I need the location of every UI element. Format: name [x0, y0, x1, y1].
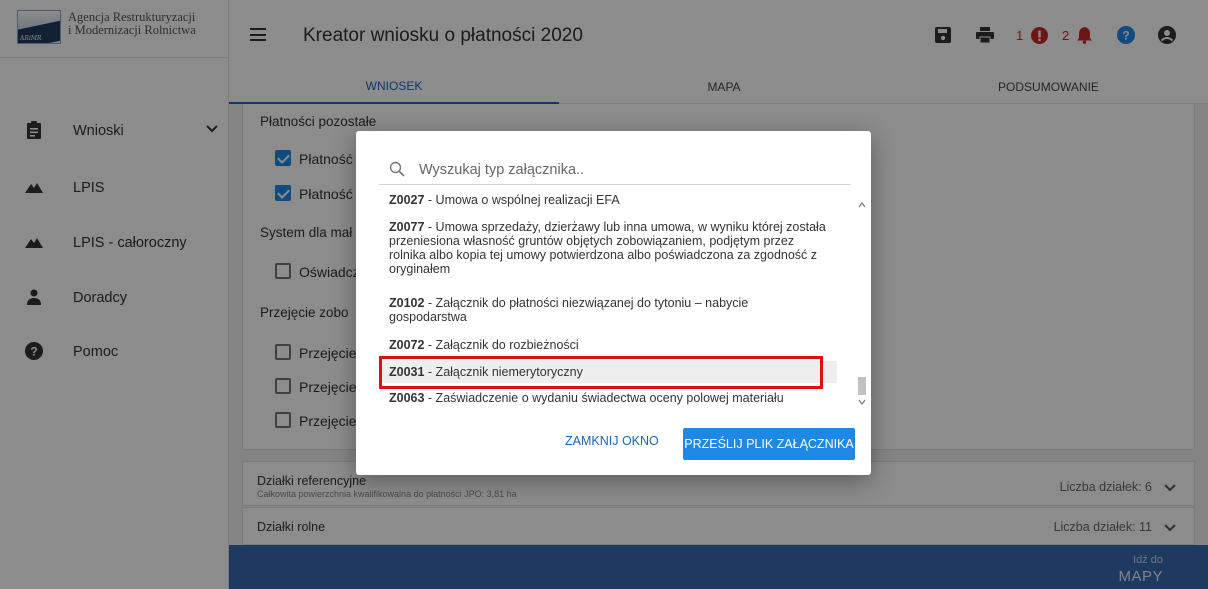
item-code: Z0027 — [389, 193, 425, 207]
item-code: Z0072 — [389, 338, 425, 352]
scrollbar-thumb[interactable] — [858, 377, 866, 395]
list-item[interactable]: Z0027 - Umowa o wspólnej realizacji EFA — [389, 193, 829, 207]
list-item[interactable]: Z0102 - Załącznik do płatności niezwiąza… — [389, 296, 829, 324]
highlight-box — [379, 356, 823, 389]
item-code: Z0063 — [389, 391, 425, 405]
search-icon — [389, 161, 405, 177]
scroll-down-icon[interactable] — [858, 398, 866, 406]
item-code: Z0102 — [389, 296, 425, 310]
search-box — [379, 155, 851, 185]
search-input[interactable] — [419, 159, 839, 181]
list-item[interactable]: Z0077 - Umowa sprzedaży, dzierżawy lub i… — [389, 220, 829, 276]
item-code: Z0077 — [389, 220, 425, 234]
list-item[interactable]: Z0072 - Załącznik do rozbieżności — [389, 338, 829, 352]
item-text: - Załącznik do płatności niezwiązanej do… — [389, 296, 749, 324]
send-attachment-button[interactable]: PRZEŚLIJ PLIK ZAŁĄCZNIKA — [683, 428, 855, 460]
item-text: - Zaświadczenie o wydaniu świadectwa oce… — [424, 391, 784, 405]
scroll-up-icon[interactable] — [858, 201, 866, 209]
list-scrollbar[interactable] — [856, 195, 868, 407]
close-dialog-button[interactable]: ZAMKNIJ OKNO — [565, 434, 659, 448]
item-text: - Załącznik do rozbieżności — [424, 338, 579, 352]
attachment-type-dialog: Z0027 - Umowa o wspólnej realizacji EFA … — [356, 131, 871, 475]
item-text: - Umowa sprzedaży, dzierżawy lub inna um… — [389, 220, 826, 276]
list-item[interactable]: Z0063 - Zaświadczenie o wydaniu świadect… — [389, 391, 829, 405]
item-text: - Umowa o wspólnej realizacji EFA — [424, 193, 620, 207]
